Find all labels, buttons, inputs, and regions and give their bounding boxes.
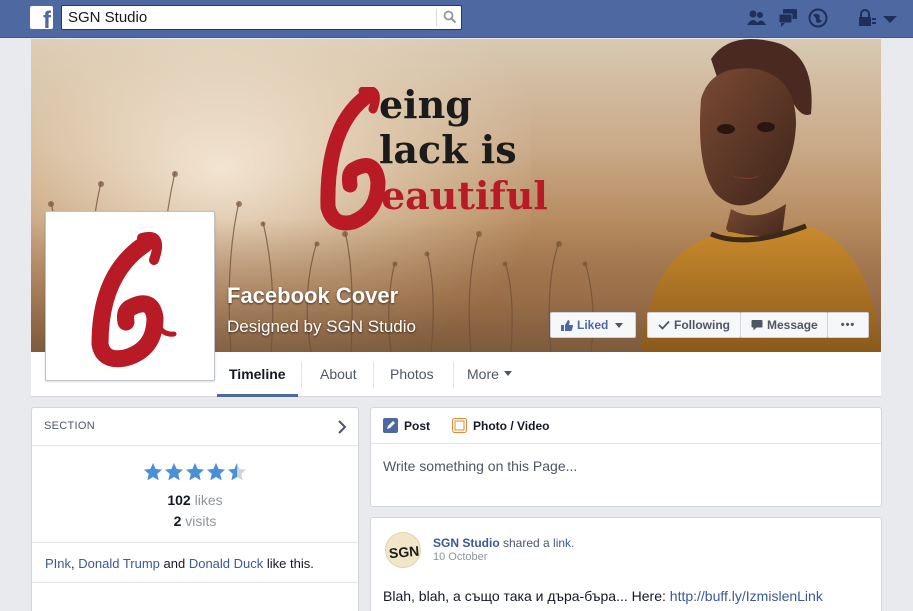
post-body: Blah, blah, а също така и дъра-бъра... H… bbox=[383, 588, 823, 604]
following-button[interactable]: Following bbox=[647, 312, 741, 338]
friend-link[interactable]: Donald Trump bbox=[78, 556, 160, 571]
privacy-icon[interactable] bbox=[855, 7, 877, 29]
liked-button[interactable]: Liked bbox=[550, 312, 636, 338]
divider bbox=[32, 542, 358, 543]
more-options-button[interactable]: ••• bbox=[827, 312, 869, 338]
tab-divider bbox=[453, 362, 454, 388]
section-card: SECTION 102 likes 2 visits PInk, Donald … bbox=[31, 407, 359, 611]
tab-timeline-label: Timeline bbox=[229, 366, 286, 382]
post-author-link[interactable]: SGN Studio bbox=[433, 536, 500, 550]
facebook-logo-icon[interactable]: f bbox=[30, 6, 53, 29]
slogan-line-1: eing bbox=[379, 82, 472, 127]
search-input[interactable] bbox=[68, 8, 428, 27]
divider bbox=[32, 582, 358, 583]
friend-requests-icon[interactable] bbox=[745, 7, 767, 29]
top-navigation-bar: f bbox=[0, 0, 913, 38]
rating-stars bbox=[143, 462, 248, 484]
friend-link[interactable]: Donald Duck bbox=[189, 556, 263, 571]
slogan-line-2: lack is bbox=[379, 127, 517, 172]
likes-unit: likes bbox=[194, 492, 223, 508]
visits-stat: 2 visits bbox=[32, 513, 358, 529]
search-divider bbox=[436, 9, 437, 26]
tab-timeline[interactable]: Timeline bbox=[217, 352, 298, 397]
post-composer: Post Photo / Video Write something on th… bbox=[370, 407, 882, 507]
cover-portrait-illustration bbox=[641, 39, 881, 352]
likes-count: 102 bbox=[167, 492, 191, 508]
star-icon bbox=[207, 463, 225, 481]
slogan-line-3: eautiful bbox=[381, 173, 548, 218]
section-title: SECTION bbox=[44, 420, 95, 432]
liked-label: Liked bbox=[577, 318, 609, 332]
star-icon bbox=[228, 463, 246, 481]
settings-icon[interactable] bbox=[879, 7, 901, 29]
checkmark-icon bbox=[658, 320, 670, 330]
avatar[interactable]: SGN bbox=[385, 532, 421, 568]
star-icon bbox=[165, 463, 183, 481]
composer-tabs: Post Photo / Video bbox=[371, 408, 881, 444]
composer-tab-photo-video[interactable]: Photo / Video bbox=[452, 418, 549, 433]
composer-tab-post-label: Post bbox=[404, 418, 431, 433]
post-header: SGN Studio shared a link. bbox=[433, 536, 574, 550]
composer-tab-photo-label: Photo / Video bbox=[473, 418, 550, 433]
svg-text:SGN: SGN bbox=[388, 543, 420, 562]
chevron-right-icon[interactable] bbox=[336, 419, 348, 435]
tab-about-label: About bbox=[320, 366, 357, 382]
thumbs-up-icon bbox=[561, 319, 573, 331]
following-label: Following bbox=[674, 318, 730, 332]
brand-logo-icon bbox=[91, 232, 177, 368]
notifications-icon[interactable] bbox=[807, 7, 829, 29]
shared-text: shared a bbox=[499, 536, 554, 550]
section-card-header[interactable]: SECTION bbox=[32, 408, 358, 446]
search-icon[interactable] bbox=[443, 10, 457, 24]
feed-post: SGN SGN Studio shared a link. 10 October… bbox=[370, 517, 882, 611]
friend-link[interactable]: PInk bbox=[45, 556, 71, 571]
messages-icon[interactable] bbox=[777, 7, 799, 29]
message-bubble-icon bbox=[751, 320, 763, 331]
page-subtitle: Designed by SGN Studio bbox=[227, 317, 416, 336]
friends-like-line: PInk, Donald Trump and Donald Duck like … bbox=[45, 556, 314, 571]
tab-photos[interactable]: Photos bbox=[378, 352, 446, 397]
cover-slogan: eing lack is eautiful bbox=[311, 79, 611, 279]
pencil-icon bbox=[383, 418, 398, 433]
visits-unit: visits bbox=[185, 513, 217, 529]
like-suffix-text: like this. bbox=[263, 556, 314, 571]
and-text: and bbox=[159, 556, 189, 571]
tab-about[interactable]: About bbox=[308, 352, 369, 397]
star-icon bbox=[186, 463, 204, 481]
message-button[interactable]: Message bbox=[740, 312, 828, 338]
post-date[interactable]: 10 October bbox=[433, 551, 487, 563]
message-label: Message bbox=[767, 318, 818, 332]
post-body-text: Blah, blah, а също така и дъра-бъра... H… bbox=[383, 588, 670, 604]
more-dots-icon: ••• bbox=[840, 319, 856, 331]
page-title[interactable]: Facebook Cover bbox=[227, 283, 398, 309]
likes-stat: 102 likes bbox=[32, 492, 358, 508]
profile-logo bbox=[50, 216, 210, 376]
post-body-link[interactable]: http://buff.ly/IzmislenLink bbox=[670, 588, 823, 604]
search-box[interactable] bbox=[61, 5, 462, 30]
tab-divider bbox=[373, 362, 374, 388]
tab-divider bbox=[301, 362, 302, 388]
profile-picture[interactable] bbox=[45, 211, 215, 381]
visits-count: 2 bbox=[173, 513, 182, 529]
chevron-down-icon bbox=[503, 371, 512, 376]
sgn-logo-icon: SGN bbox=[388, 543, 420, 562]
shared-link[interactable]: link bbox=[553, 536, 571, 550]
photo-icon bbox=[452, 418, 467, 433]
tab-photos-label: Photos bbox=[390, 366, 434, 382]
star-icon bbox=[144, 463, 162, 481]
tab-more-label: More bbox=[467, 366, 499, 382]
tab-more[interactable]: More bbox=[455, 352, 524, 397]
post-header-period: . bbox=[571, 536, 575, 550]
composer-input[interactable]: Write something on this Page... bbox=[383, 458, 577, 474]
chevron-down-icon bbox=[615, 322, 624, 328]
composer-tab-post[interactable]: Post bbox=[383, 418, 430, 433]
